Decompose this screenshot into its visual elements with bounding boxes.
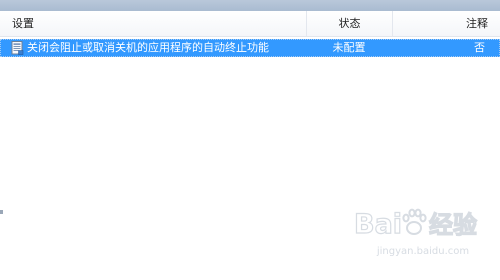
- list-header: 设置 状态 注释: [0, 11, 500, 37]
- policy-setting-icon: [11, 41, 24, 55]
- list-row[interactable]: 关闭会阻止或取消关机的应用程序的自动终止功能 未配置 否: [0, 39, 500, 57]
- row-setting-name: 关闭会阻止或取消关机的应用程序的自动终止功能: [27, 41, 269, 54]
- row-state: 未配置: [332, 41, 366, 54]
- watermark-url: jingyan.baidu.com: [376, 246, 470, 257]
- scroll-edge-mark: [0, 210, 3, 214]
- svg-text:Bai: Bai: [354, 209, 402, 240]
- column-header-state[interactable]: 状态: [306, 11, 392, 36]
- baidu-jingyan-watermark: Bai 经验 jingyan.baidu.com: [352, 200, 494, 260]
- row-comment: 否: [474, 41, 485, 54]
- baidu-logo-icon: Bai 经验: [353, 208, 477, 240]
- svg-text:经验: 经验: [429, 211, 477, 239]
- window-top-band: [0, 0, 500, 11]
- column-header-setting[interactable]: 设置: [0, 11, 306, 36]
- column-header-comment[interactable]: 注释: [392, 11, 500, 36]
